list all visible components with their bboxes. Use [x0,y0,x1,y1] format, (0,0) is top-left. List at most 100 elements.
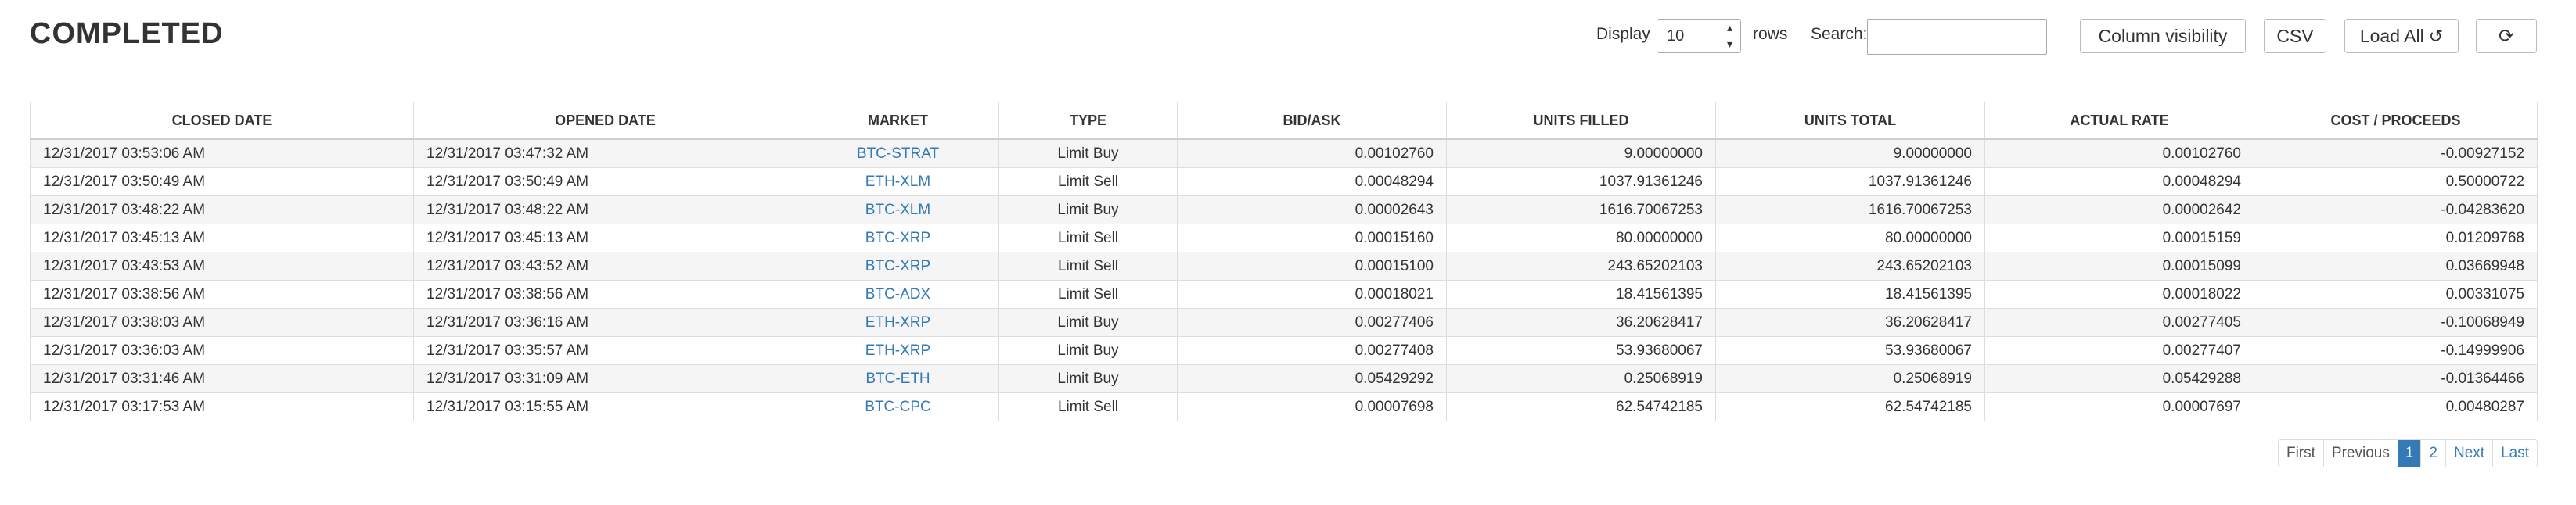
cell-opened-date: 12/31/2017 03:36:16 AM [413,308,797,337]
cell-units-filled: 53.93680067 [1446,336,1716,365]
column-header-market[interactable]: MARKET [797,102,999,140]
cell-opened-date: 12/31/2017 03:50:49 AM [413,167,797,196]
cell-cost-proceeds: 0.03669948 [2254,252,2538,281]
cell-closed-date: 12/31/2017 03:50:49 AM [30,167,414,196]
column-header-cost-proceeds[interactable]: COST / PROCEEDS [2254,102,2538,140]
cell-bid-ask: 0.00102760 [1177,138,1447,168]
search-input[interactable] [1867,19,2047,55]
cell-cost-proceeds: -0.10068949 [2254,308,2538,337]
search-label: Search: [1811,25,1868,43]
completed-orders-table: CLOSED DATE OPENED DATE MARKET TYPE BID/ASK U… [30,102,2538,421]
cell-closed-date: 12/31/2017 03:43:53 AM [30,252,414,281]
cell-units-total: 1037.91361246 [1715,167,1985,196]
cell-actual-rate: 0.00007697 [1984,392,2254,421]
cell-units-total: 1616.70067253 [1715,195,1985,224]
pagination-page-2[interactable]: 2 [2420,440,2445,467]
select-arrows-icon: ▴ ▾ [1726,21,1732,50]
cell-market: BTC-XRP [797,252,999,281]
pagination: First Previous 1 2 Next Last [2277,439,2538,467]
market-link[interactable]: BTC-XRP [865,230,930,246]
pagination-next[interactable]: Next [2445,440,2493,467]
cell-type: Limit Buy [998,138,1178,168]
cell-units-filled: 0.25068919 [1446,364,1716,393]
cell-actual-rate: 0.00048294 [1984,167,2254,196]
cell-cost-proceeds: -0.04283620 [2254,195,2538,224]
market-link[interactable]: BTC-XRP [865,258,930,274]
cell-closed-date: 12/31/2017 03:53:06 AM [30,138,414,168]
column-header-closed-date[interactable]: CLOSED DATE [30,102,414,140]
pagination-previous[interactable]: Previous [2322,440,2398,467]
column-header-units-filled[interactable]: UNITS FILLED [1446,102,1716,140]
cell-type: Limit Sell [998,224,1178,252]
cell-closed-date: 12/31/2017 03:17:53 AM [30,392,414,421]
refresh-button[interactable]: ⟳ [2476,19,2537,53]
cell-closed-date: 12/31/2017 03:48:22 AM [30,195,414,224]
column-header-opened-date[interactable]: OPENED DATE [413,102,797,140]
market-link[interactable]: ETH-XRP [865,342,930,359]
market-link[interactable]: ETH-XLM [865,174,930,190]
cell-market: BTC-STRAT [797,138,999,168]
cell-units-total: 53.93680067 [1715,336,1985,365]
cell-units-filled: 36.20628417 [1446,308,1716,337]
cell-type: Limit Sell [998,280,1178,309]
cell-cost-proceeds: 0.00331075 [2254,280,2538,309]
table-row: 12/31/2017 03:36:03 AM 12/31/2017 03:35:5… [30,336,2538,365]
table-row: 12/31/2017 03:17:53 AM 12/31/2017 03:15:5… [30,392,2538,421]
market-link[interactable]: BTC-ADX [865,286,930,303]
pagination-first[interactable]: First [2278,440,2323,467]
cell-type: Limit Buy [998,308,1178,337]
market-link[interactable]: BTC-CPC [865,399,930,415]
cell-market: ETH-XRP [797,308,999,337]
rows-per-page-value: 10 [1667,27,1685,45]
cell-bid-ask: 0.00002643 [1177,195,1447,224]
market-link[interactable]: ETH-XRP [865,314,930,331]
cell-market: BTC-XRP [797,224,999,252]
load-all-button[interactable]: Load All ↺ [2344,19,2459,53]
cell-units-total: 243.65202103 [1715,252,1985,281]
cell-units-filled: 243.65202103 [1446,252,1716,281]
cell-actual-rate: 0.00277405 [1984,308,2254,337]
pagination-page-1[interactable]: 1 [2397,440,2421,467]
cell-type: Limit Sell [998,252,1178,281]
table-row: 12/31/2017 03:43:53 AM 12/31/2017 03:43:5… [30,252,2538,281]
cell-units-filled: 18.41561395 [1446,280,1716,309]
cell-bid-ask: 0.00277408 [1177,336,1447,365]
cell-bid-ask: 0.00007698 [1177,392,1447,421]
cell-type: Limit Sell [998,167,1178,196]
cell-cost-proceeds: -0.14999906 [2254,336,2538,365]
table-row: 12/31/2017 03:45:13 AM 12/31/2017 03:45:1… [30,224,2538,252]
column-visibility-button[interactable]: Column visibility [2080,19,2246,53]
cell-bid-ask: 0.00015160 [1177,224,1447,252]
column-header-bid-ask[interactable]: BID/ASK [1177,102,1447,140]
cell-opened-date: 12/31/2017 03:48:22 AM [413,195,797,224]
rows-per-page-select[interactable]: 10 ▴ ▾ [1657,19,1741,53]
cell-cost-proceeds: 0.50000722 [2254,167,2538,196]
column-header-type[interactable]: TYPE [998,102,1178,140]
cell-units-total: 36.20628417 [1715,308,1985,337]
pagination-last[interactable]: Last [2492,440,2537,467]
csv-button[interactable]: CSV [2264,19,2326,53]
table-row: 12/31/2017 03:48:22 AM 12/31/2017 03:48:2… [30,195,2538,224]
page-title: COMPLETED [30,17,224,50]
cell-bid-ask: 0.00018021 [1177,280,1447,309]
cell-opened-date: 12/31/2017 03:43:52 AM [413,252,797,281]
cell-closed-date: 12/31/2017 03:38:03 AM [30,308,414,337]
market-link[interactable]: BTC-XLM [865,202,930,218]
cell-market: ETH-XRP [797,336,999,365]
cell-units-total: 9.00000000 [1715,138,1985,168]
market-link[interactable]: BTC-STRAT [857,145,939,162]
cell-opened-date: 12/31/2017 03:15:55 AM [413,392,797,421]
table-row: 12/31/2017 03:38:56 AM 12/31/2017 03:38:5… [30,280,2538,309]
column-header-units-total[interactable]: UNITS TOTAL [1715,102,1985,140]
cell-bid-ask: 0.00015100 [1177,252,1447,281]
column-header-actual-rate[interactable]: ACTUAL RATE [1984,102,2254,140]
cell-market: BTC-ETH [797,364,999,393]
rows-label: rows [1753,25,1788,43]
cell-opened-date: 12/31/2017 03:47:32 AM [413,138,797,168]
cell-type: Limit Sell [998,392,1178,421]
table-row: 12/31/2017 03:50:49 AM 12/31/2017 03:50:4… [30,167,2538,196]
cell-market: BTC-CPC [797,392,999,421]
market-link[interactable]: BTC-ETH [865,371,930,387]
cell-opened-date: 12/31/2017 03:45:13 AM [413,224,797,252]
cell-actual-rate: 0.00015159 [1984,224,2254,252]
